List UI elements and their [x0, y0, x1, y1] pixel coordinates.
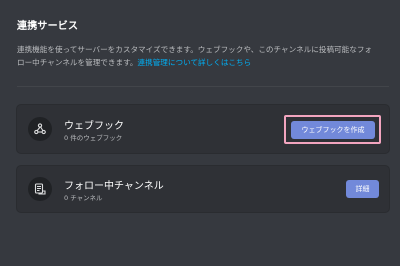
followed-channels-count: 0 チャンネル [64, 194, 103, 202]
divider [17, 86, 389, 87]
section-description: 連携機能を使ってサーバーをカスタマイズできます。ウェブフックや、このチャンネルに… [17, 43, 389, 69]
webhooks-title: ウェブフック [64, 121, 124, 132]
webhooks-count: 0 件のウェブフック [64, 134, 123, 142]
details-button[interactable]: 詳細 [346, 180, 379, 198]
description-line-2: ロー中チャンネルを管理できます。 [17, 58, 138, 67]
description-line-1: 連携機能を使ってサーバーをカスタマイズできます。ウェブフックや、このチャンネルに… [17, 45, 373, 54]
create-webhook-button[interactable]: ウェブフックを作成 [291, 121, 375, 139]
integrations-page: 連携サービス 連携機能を使ってサーバーをカスタマイズできます。ウェブフックや、こ… [0, 0, 400, 266]
followed-channels-card: フォロー中チャンネル 0 チャンネル [17, 166, 389, 212]
learn-more-link[interactable]: 連携管理について詳しくはこちら [138, 58, 252, 67]
follow-channel-icon [28, 177, 52, 201]
followed-channels-title: フォロー中チャンネル [64, 181, 164, 192]
webhook-icon [28, 117, 52, 141]
page-title: 連携サービス [17, 21, 79, 32]
